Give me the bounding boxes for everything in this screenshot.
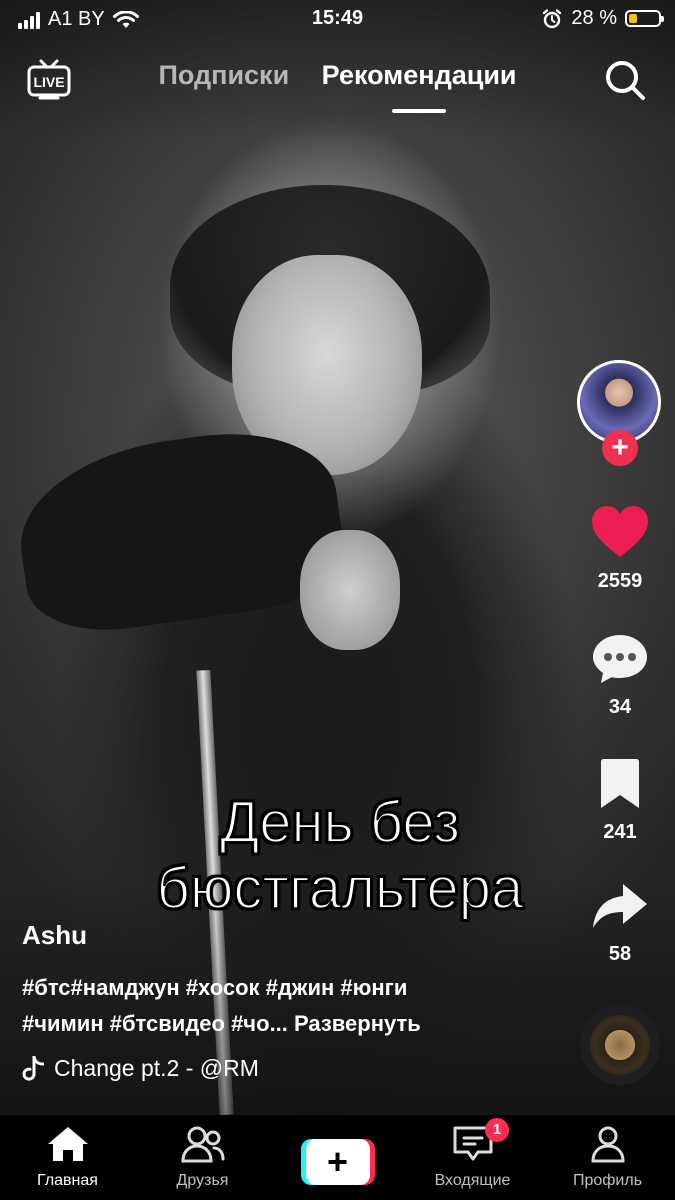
battery-icon	[625, 10, 664, 27]
share-button[interactable]: 58	[565, 880, 675, 966]
caption-line-2: бюстгальтера	[156, 855, 525, 922]
music-note-icon	[22, 1055, 44, 1081]
hashtags-line-2[interactable]: #чимин #бтсвидео #чо...	[22, 1011, 288, 1036]
feed-header: LIVE Подписки Рекомендации	[0, 48, 675, 118]
bookmark-icon	[601, 759, 639, 808]
nav-inbox[interactable]: 1 Входящие	[405, 1115, 540, 1190]
tab-for-you[interactable]: Рекомендации	[322, 60, 517, 113]
nav-create[interactable]: +	[270, 1115, 405, 1185]
profile-icon	[590, 1126, 625, 1163]
sound-link[interactable]: Change pt.2 - @RM	[22, 1055, 259, 1082]
hashtags-line-1[interactable]: #бтс#намджун #хосок #джин #юнги	[22, 970, 562, 1006]
sound-title: Change pt.2 - @RM	[54, 1055, 259, 1081]
heart-icon	[592, 506, 648, 557]
friends-icon	[180, 1126, 224, 1163]
video-frame-arm	[9, 418, 351, 642]
create-button[interactable]: +	[300, 1139, 375, 1185]
bottom-nav: Главная Друзья + 1 Входящие Профиль	[0, 1115, 675, 1200]
home-icon	[47, 1127, 88, 1161]
video-frame-hand	[300, 530, 400, 650]
battery-percent: 28 %	[571, 7, 617, 29]
nav-profile[interactable]: Профиль	[540, 1115, 675, 1190]
nav-profile-label: Профиль	[572, 1172, 643, 1189]
comment-button[interactable]: 34	[565, 633, 675, 719]
inbox-badge: 1	[485, 1118, 509, 1142]
save-button[interactable]: 241	[565, 758, 675, 844]
share-arrow-icon	[593, 884, 647, 928]
expand-link[interactable]: Развернуть	[294, 1011, 421, 1036]
follow-button[interactable]: +	[602, 430, 638, 466]
status-bar: A1 BY 15:49 28 %	[0, 0, 675, 38]
share-count: 58	[608, 943, 632, 965]
tab-following[interactable]: Подписки	[158, 60, 289, 91]
comment-icon	[593, 635, 647, 683]
music-disc[interactable]	[580, 1005, 660, 1085]
video-caption: День без бюстгальтера	[80, 789, 600, 922]
alarm-icon	[543, 8, 562, 28]
search-button[interactable]	[603, 58, 647, 102]
nav-friends-label: Друзья	[176, 1172, 229, 1189]
comment-count: 34	[608, 696, 632, 718]
creator-username[interactable]: Ashu	[22, 920, 87, 951]
like-button[interactable]: 2559	[565, 505, 675, 593]
battery-level	[629, 14, 637, 23]
nav-home-label: Главная	[37, 1172, 98, 1189]
save-count: 241	[603, 821, 637, 843]
nav-inbox-label: Входящие	[434, 1172, 511, 1189]
search-icon	[606, 61, 645, 100]
like-count: 2559	[597, 570, 643, 592]
plus-icon: +	[305, 1139, 370, 1185]
caption-line-1: День без	[219, 789, 461, 856]
nav-home[interactable]: Главная	[0, 1115, 135, 1190]
nav-friends[interactable]: Друзья	[135, 1115, 270, 1190]
feed-tabs: Подписки Рекомендации	[0, 60, 675, 113]
post-description: #бтс#намджун #хосок #джин #юнги #чимин #…	[22, 970, 562, 1042]
